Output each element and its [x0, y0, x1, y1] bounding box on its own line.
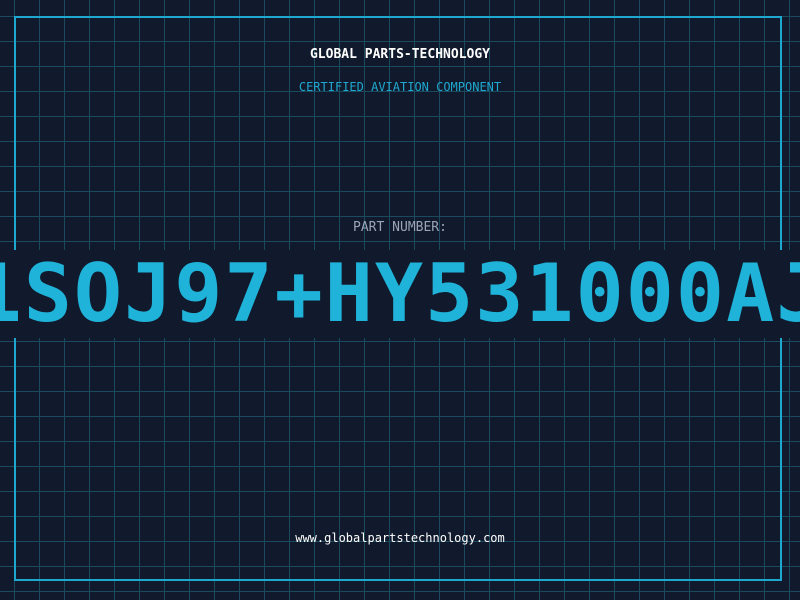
- part-number-value: K1SOJ97+HY531000AJ-: [0, 250, 800, 338]
- part-label-card: GLOBAL PARTS-TECHNOLOGY CERTIFIED AVIATI…: [0, 0, 800, 600]
- certification-tagline: CERTIFIED AVIATION COMPONENT: [298, 80, 502, 94]
- part-number-band: K1SOJ97+HY531000AJ-: [0, 250, 800, 338]
- part-number-label: PART NUMBER:: [353, 220, 447, 235]
- company-name: GLOBAL PARTS-TECHNOLOGY: [309, 47, 490, 62]
- website-url: www.globalpartstechnology.com: [295, 531, 505, 545]
